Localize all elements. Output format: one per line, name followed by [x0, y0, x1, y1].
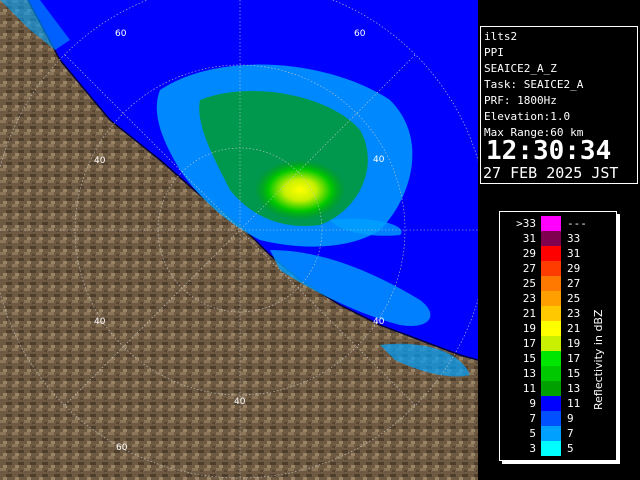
legend-max-label: 21 [567, 322, 581, 335]
range-label: 40 [373, 155, 385, 165]
legend-max-label: 25 [567, 292, 581, 305]
legend-swatch [541, 216, 561, 231]
legend-swatch [541, 321, 561, 336]
range-label: 40 [94, 156, 106, 166]
unit-text: Reflectivity in dBZ [592, 309, 605, 410]
legend-min-label: 31 [522, 232, 536, 245]
legend-min-label: 27 [522, 262, 536, 275]
legend-swatch [541, 306, 561, 321]
legend-max-label: 33 [567, 232, 581, 245]
legend-max-label: 23 [567, 307, 581, 320]
scan-info-panel: ilts2 PPI SEAICE2_A_Z Task: SEAICE2_A PR… [480, 26, 638, 184]
legend-min-label: 21 [522, 307, 536, 320]
legend-min-label: 3 [529, 442, 536, 455]
range-label: 60 [115, 29, 127, 39]
legend-swatch [541, 426, 561, 441]
legend-swatch [541, 351, 561, 366]
legend-min-label: 23 [522, 292, 536, 305]
color-legend: >33 --- 31 33 29 31 27 29 25 27 23 25 21 23 19 21 17 19 15… [499, 211, 617, 461]
legend-swatch [541, 261, 561, 276]
prf-value: PRF: 1800Hz [484, 94, 557, 107]
legend-swatch [541, 231, 561, 246]
legend-min-label: 13 [522, 367, 536, 380]
range-label: 60 [116, 443, 128, 453]
radar-ppi-map[interactable]: 60 60 40 40 40 40 60 40 [0, 0, 478, 480]
legend-max-label: 11 [567, 397, 581, 410]
elevation-value: Elevation:1.0 [484, 110, 571, 123]
scan-mode: PPI [484, 46, 504, 59]
legend-max-label: 29 [567, 262, 581, 275]
scan-date: 27 FEB 2025 JST [483, 164, 619, 182]
legend-unit-label: Reflectivity in dBZ [592, 309, 605, 410]
legend-min-label: 29 [522, 247, 536, 260]
legend-min-label: 7 [529, 412, 536, 425]
legend-swatch [541, 291, 561, 306]
legend-swatch [541, 396, 561, 411]
legend-min-label: 5 [529, 427, 536, 440]
legend-swatch [541, 381, 561, 396]
legend-max-label: 13 [567, 382, 581, 395]
legend-min-label: >33 [516, 217, 536, 230]
legend-min-label: 15 [522, 352, 536, 365]
legend-max-label: 17 [567, 352, 581, 365]
legend-max-label: 9 [567, 412, 574, 425]
legend-swatch [541, 441, 561, 456]
legend-min-label: 25 [522, 277, 536, 290]
range-label: 40 [373, 317, 385, 327]
range-label: 40 [234, 397, 246, 407]
task-name: Task: SEAICE2_A [484, 78, 584, 91]
scan-time: 12:30:34 [486, 136, 612, 166]
range-label: 60 [354, 29, 366, 39]
legend-max-label: 31 [567, 247, 581, 260]
legend-min-label: 11 [522, 382, 536, 395]
legend-swatch [541, 366, 561, 381]
legend-min-label: 19 [522, 322, 536, 335]
legend-max-label: 19 [567, 337, 581, 350]
legend-max-label: 5 [567, 442, 574, 455]
range-label: 40 [94, 317, 106, 327]
station-name: ilts2 [484, 30, 518, 43]
legend-min-label: 9 [529, 397, 536, 410]
legend-swatch [541, 336, 561, 351]
legend-min-label: 17 [522, 337, 536, 350]
legend-swatch [541, 246, 561, 261]
legend-max-label: --- [567, 217, 587, 230]
legend-swatch [541, 276, 561, 291]
legend-max-label: 27 [567, 277, 581, 290]
legend-max-label: 7 [567, 427, 574, 440]
legend-swatch [541, 411, 561, 426]
product-name: SEAICE2_A_Z [484, 62, 557, 75]
legend-max-label: 15 [567, 367, 581, 380]
